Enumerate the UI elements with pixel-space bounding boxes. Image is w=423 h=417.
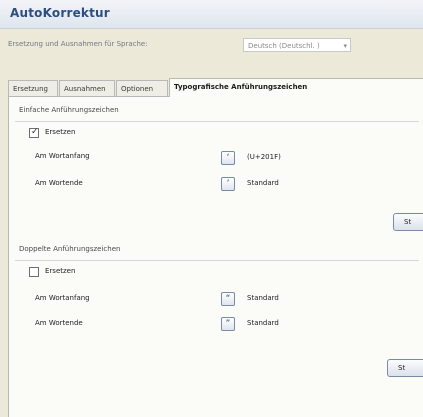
dialog-title: AutoKorrektur — [10, 6, 110, 20]
double-end-value: Standard — [247, 319, 279, 327]
double-standard-button[interactable]: St — [387, 359, 423, 377]
double-quotes-replace-label: Ersetzen — [45, 267, 76, 275]
language-select[interactable]: Deutsch (Deutschl. ) ▾ — [243, 38, 351, 52]
single-end-glyph-button[interactable]: ’ — [221, 177, 235, 191]
tab-typographic-quotes[interactable]: Typografische Anführungszeichen — [169, 78, 423, 97]
double-start-label: Am Wortanfang — [35, 294, 90, 302]
chevron-down-icon: ▾ — [343, 42, 347, 50]
single-end-value: Standard — [247, 179, 279, 187]
single-quotes-group-title: Einfache Anführungszeichen — [19, 106, 119, 114]
double-quotes-replace-checkbox[interactable] — [29, 267, 39, 277]
tab-replacement[interactable]: Ersetzung — [8, 80, 58, 96]
title-bar: AutoKorrektur — [0, 0, 423, 29]
single-start-label: Am Wortanfang — [35, 152, 90, 160]
language-label: Ersetzung und Ausnahmen für Sprache: — [8, 40, 148, 48]
double-quotes-group-title: Doppelte Anführungszeichen — [19, 245, 121, 253]
language-selected-value: Deutsch (Deutschl. ) — [248, 42, 320, 50]
double-end-glyph-button[interactable]: ” — [221, 317, 235, 331]
single-standard-button[interactable]: St — [393, 213, 423, 231]
single-end-label: Am Wortende — [35, 179, 83, 187]
checkmark-icon: ✓ — [31, 127, 39, 137]
single-start-glyph-button[interactable]: ‘ — [221, 151, 235, 165]
autocorrect-dialog: AutoKorrektur Ersetzung und Ausnahmen fü… — [0, 0, 423, 417]
single-start-value: (U+201F) — [247, 153, 281, 161]
single-quotes-replace-label: Ersetzen — [45, 128, 76, 136]
single-quotes-replace-checkbox[interactable]: ✓ — [29, 127, 39, 138]
single-quotes-group-separator — [15, 121, 419, 122]
tab-panel: Einfache Anführungszeichen ✓ Ersetzen Am… — [8, 96, 423, 417]
double-quotes-group-separator — [15, 260, 419, 261]
tab-exceptions[interactable]: Ausnahmen — [59, 80, 115, 96]
language-row: Ersetzung und Ausnahmen für Sprache: Deu… — [0, 30, 423, 60]
double-start-glyph-button[interactable]: “ — [221, 292, 235, 306]
double-end-label: Am Wortende — [35, 319, 83, 327]
tab-options[interactable]: Optionen — [116, 80, 168, 96]
double-start-value: Standard — [247, 294, 279, 302]
tab-strip: Ersetzung Ausnahmen Optionen Typografisc… — [8, 78, 423, 97]
